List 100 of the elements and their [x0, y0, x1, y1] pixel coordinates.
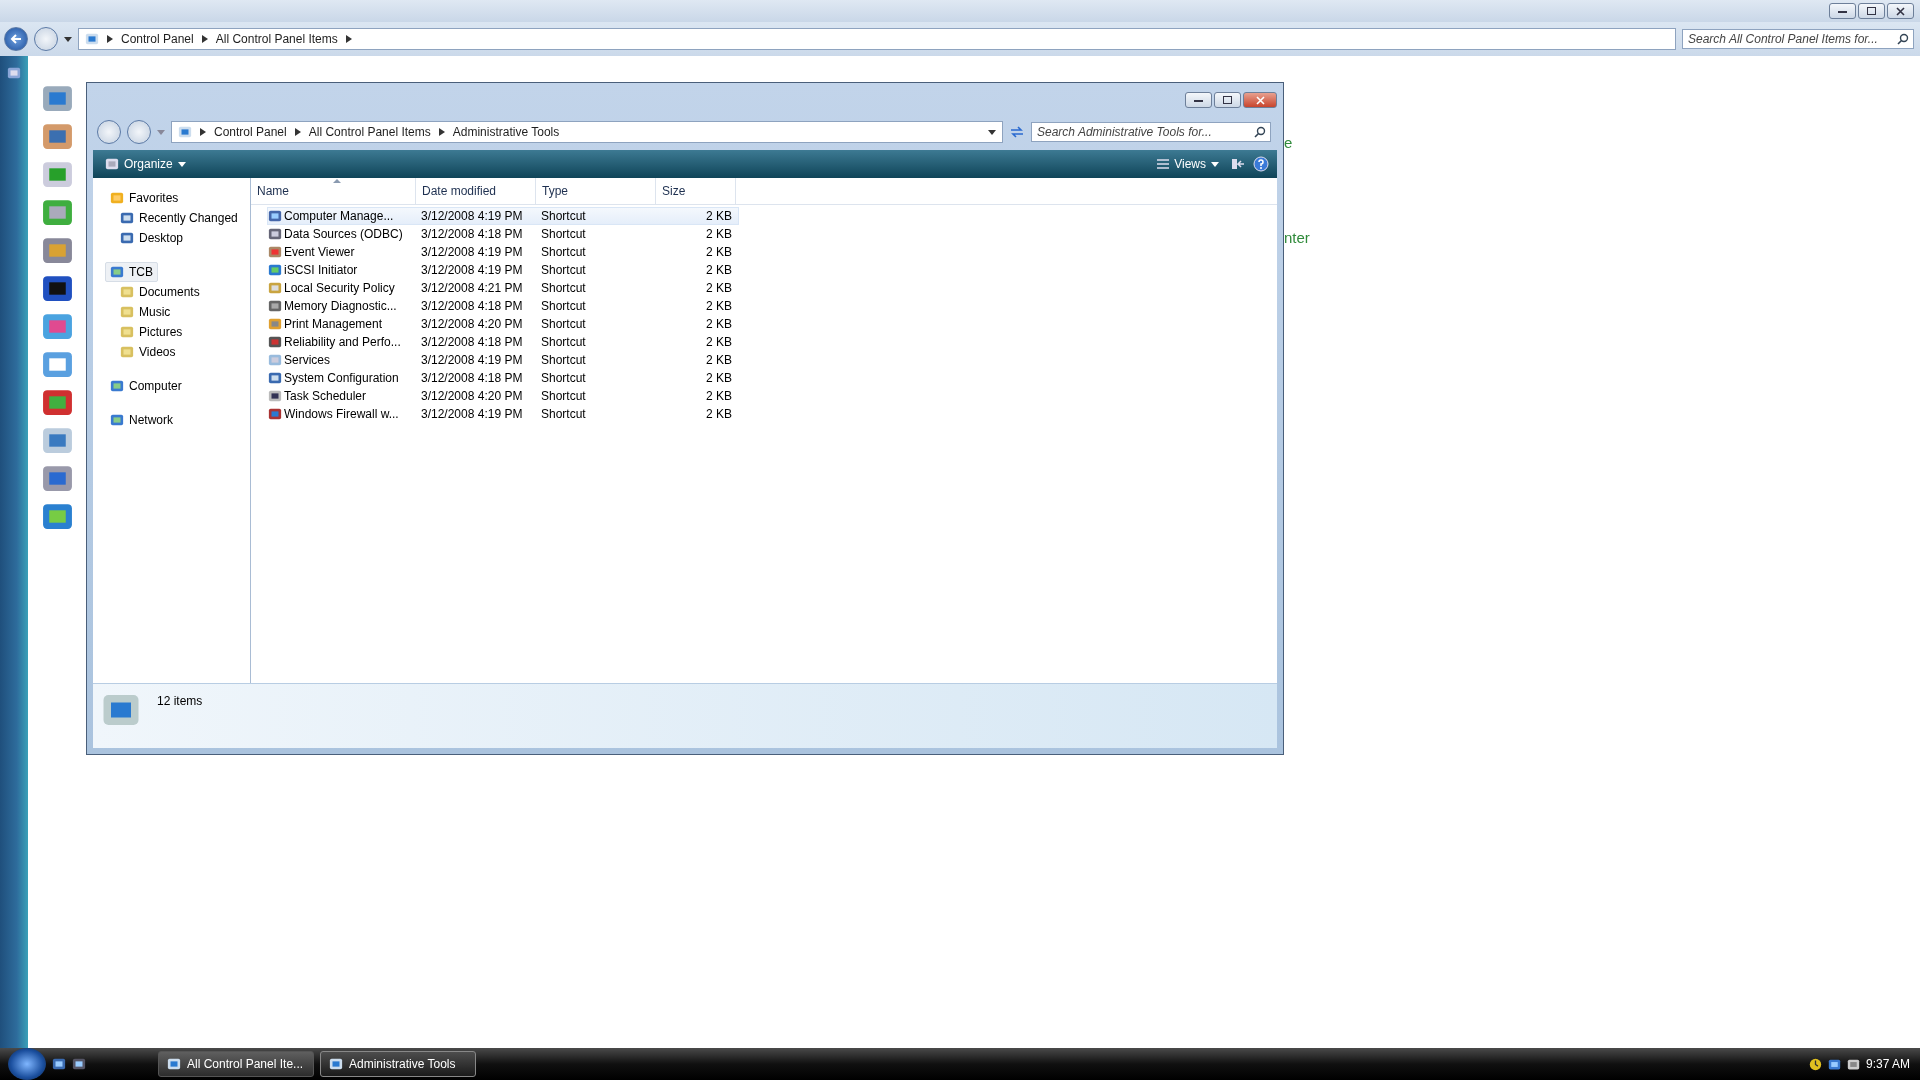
- minimize-icon: [1838, 9, 1847, 13]
- sort-arrow-icon: [333, 178, 341, 183]
- address-bar[interactable]: Control Panel All Control Panel Items Administrative Tools: [171, 121, 1003, 143]
- taskbar-button[interactable]: All Control Panel Ite...: [158, 1051, 314, 1077]
- item-count: 12 items: [157, 694, 203, 708]
- file-row[interactable]: Memory Diagnostic... 3/12/2008 4:18 PM Shortcut 2 KB: [267, 297, 739, 315]
- start-button[interactable]: [8, 1048, 46, 1080]
- size-cell-text: 2 KB: [705, 263, 732, 277]
- help-icon[interactable]: [1253, 156, 1269, 172]
- caret-icon: [345, 35, 352, 43]
- type-cell-text: Shortcut: [541, 227, 587, 241]
- file-name: Event Viewer: [268, 245, 421, 259]
- date-cell-text: 3/12/2008 4:19 PM: [421, 263, 524, 277]
- close-button[interactable]: [1887, 3, 1914, 19]
- file-name: Data Sources (ODBC): [268, 227, 421, 241]
- forward-button[interactable]: [34, 27, 58, 51]
- organize-button[interactable]: Organize: [101, 155, 190, 173]
- type-cell-text: Shortcut: [541, 209, 587, 223]
- type-cell-text: Shortcut: [541, 281, 587, 295]
- file-row[interactable]: Event Viewer 3/12/2008 4:19 PM Shortcut 2 KB: [267, 243, 739, 261]
- date-cell-text: 3/12/2008 4:18 PM: [421, 371, 524, 385]
- column-header[interactable]: Type: [536, 178, 656, 204]
- type-cell-text: Shortcut: [541, 353, 587, 367]
- address-bar[interactable]: Control Panel All Control Panel Items: [78, 28, 1676, 50]
- minimize-button[interactable]: [1829, 3, 1856, 19]
- back-button[interactable]: [97, 120, 121, 144]
- search-icon: [1254, 126, 1266, 138]
- caret-icon: [107, 35, 113, 43]
- size-cell-text: 2 KB: [705, 245, 732, 259]
- breadcrumb-item[interactable]: All Control Panel Items: [215, 32, 338, 46]
- type-cell-text: Shortcut: [541, 317, 587, 331]
- breadcrumb-item[interactable]: Control Panel: [214, 125, 287, 139]
- nav-item[interactable]: Desktop: [115, 228, 189, 248]
- maximize-icon: [1867, 7, 1876, 15]
- nav-item[interactable]: Documents: [115, 282, 205, 302]
- nav-item[interactable]: Recently Changed: [115, 208, 243, 228]
- type-cell-text: Shortcut: [541, 389, 587, 403]
- file-name: Task Scheduler: [268, 389, 421, 403]
- minimize-button[interactable]: [1185, 92, 1212, 108]
- file-row[interactable]: iSCSI Initiator 3/12/2008 4:19 PM Shortcut 2 KB: [267, 261, 739, 279]
- back-button[interactable]: [4, 27, 28, 51]
- category-link[interactable]: nter: [1284, 229, 1310, 246]
- file-row[interactable]: Local Security Policy 3/12/2008 4:21 PM Shortcut 2 KB: [267, 279, 739, 297]
- preview-pane-icon[interactable]: [1231, 157, 1245, 171]
- size-cell-text: 2 KB: [705, 389, 732, 403]
- search-field[interactable]: Search Administrative Tools for...: [1031, 122, 1271, 142]
- file-row[interactable]: Task Scheduler 3/12/2008 4:20 PM Shortcut 2 KB: [267, 387, 739, 405]
- nav-item[interactable]: Network: [105, 410, 178, 430]
- clock: 9:37 AM: [1865, 1057, 1910, 1071]
- nav-item[interactable]: Pictures: [115, 322, 188, 342]
- nav-item[interactable]: Music: [115, 302, 176, 322]
- date-cell-text: 3/12/2008 4:19 PM: [421, 245, 524, 259]
- file-row[interactable]: Computer Manage... 3/12/2008 4:19 PM Shortcut 2 KB: [267, 207, 739, 225]
- type-cell-text: Shortcut: [541, 407, 587, 421]
- date-cell-text: 3/12/2008 4:19 PM: [421, 407, 524, 421]
- date-cell-text: 3/12/2008 4:19 PM: [421, 353, 524, 367]
- file-row[interactable]: Windows Firewall w... 3/12/2008 4:19 PM Shortcut 2 KB: [267, 405, 739, 423]
- size-cell-text: 2 KB: [705, 227, 732, 241]
- column-header[interactable]: Date modified: [416, 178, 536, 204]
- close-icon: [1255, 95, 1265, 105]
- type-cell-text: Shortcut: [541, 371, 587, 385]
- size-cell-text: 2 KB: [705, 317, 732, 331]
- file-name: Memory Diagnostic...: [268, 299, 421, 313]
- breadcrumb-item[interactable]: Administrative Tools: [452, 125, 560, 139]
- views-button[interactable]: Views: [1153, 155, 1223, 173]
- file-row[interactable]: Print Management 3/12/2008 4:20 PM Shortcut 2 KB: [267, 315, 739, 333]
- column-header[interactable]: Size: [656, 178, 736, 204]
- maximize-button[interactable]: [1858, 3, 1885, 19]
- refresh-icon[interactable]: [1009, 125, 1025, 139]
- search-icon: [1897, 33, 1909, 45]
- dropdown-icon: [1211, 161, 1219, 167]
- date-cell-text: 3/12/2008 4:20 PM: [421, 389, 524, 403]
- date-cell-text: 3/12/2008 4:18 PM: [421, 335, 524, 349]
- file-row[interactable]: Services 3/12/2008 4:19 PM Shortcut 2 KB: [267, 351, 739, 369]
- arrow-icon: [10, 34, 22, 44]
- category-link[interactable]: e: [1284, 134, 1310, 151]
- search-field[interactable]: Search All Control Panel Items for...: [1682, 29, 1914, 49]
- file-name: System Configuration: [268, 371, 421, 385]
- forward-button[interactable]: [127, 120, 151, 144]
- file-row[interactable]: Reliability and Perfo... 3/12/2008 4:18 PM Shortcut 2 KB: [267, 333, 739, 351]
- nav-item[interactable]: TCB: [105, 262, 158, 282]
- size-cell-text: 2 KB: [705, 353, 732, 367]
- column-header[interactable]: Name: [251, 178, 416, 204]
- size-cell-text: 2 KB: [705, 335, 732, 349]
- size-cell-text: 2 KB: [705, 281, 732, 295]
- size-cell-text: 2 KB: [705, 209, 732, 223]
- caret-icon: [201, 35, 208, 43]
- maximize-button[interactable]: [1214, 92, 1241, 108]
- nav-item[interactable]: Videos: [115, 342, 181, 362]
- taskbar-button[interactable]: Administrative Tools: [320, 1051, 476, 1077]
- nav-item[interactable]: Favorites: [105, 188, 184, 208]
- breadcrumb-item[interactable]: All Control Panel Items: [308, 125, 431, 139]
- file-name: Services: [268, 353, 421, 367]
- file-row[interactable]: System Configuration 3/12/2008 4:18 PM Shortcut 2 KB: [267, 369, 739, 387]
- nav-item[interactable]: Computer: [105, 376, 187, 396]
- date-cell-text: 3/12/2008 4:20 PM: [421, 317, 524, 331]
- type-cell-text: Shortcut: [541, 245, 587, 259]
- breadcrumb-item[interactable]: Control Panel: [121, 32, 194, 46]
- type-cell-text: Shortcut: [541, 299, 587, 313]
- file-row[interactable]: Data Sources (ODBC) 3/12/2008 4:18 PM Shortcut 2 KB: [267, 225, 739, 243]
